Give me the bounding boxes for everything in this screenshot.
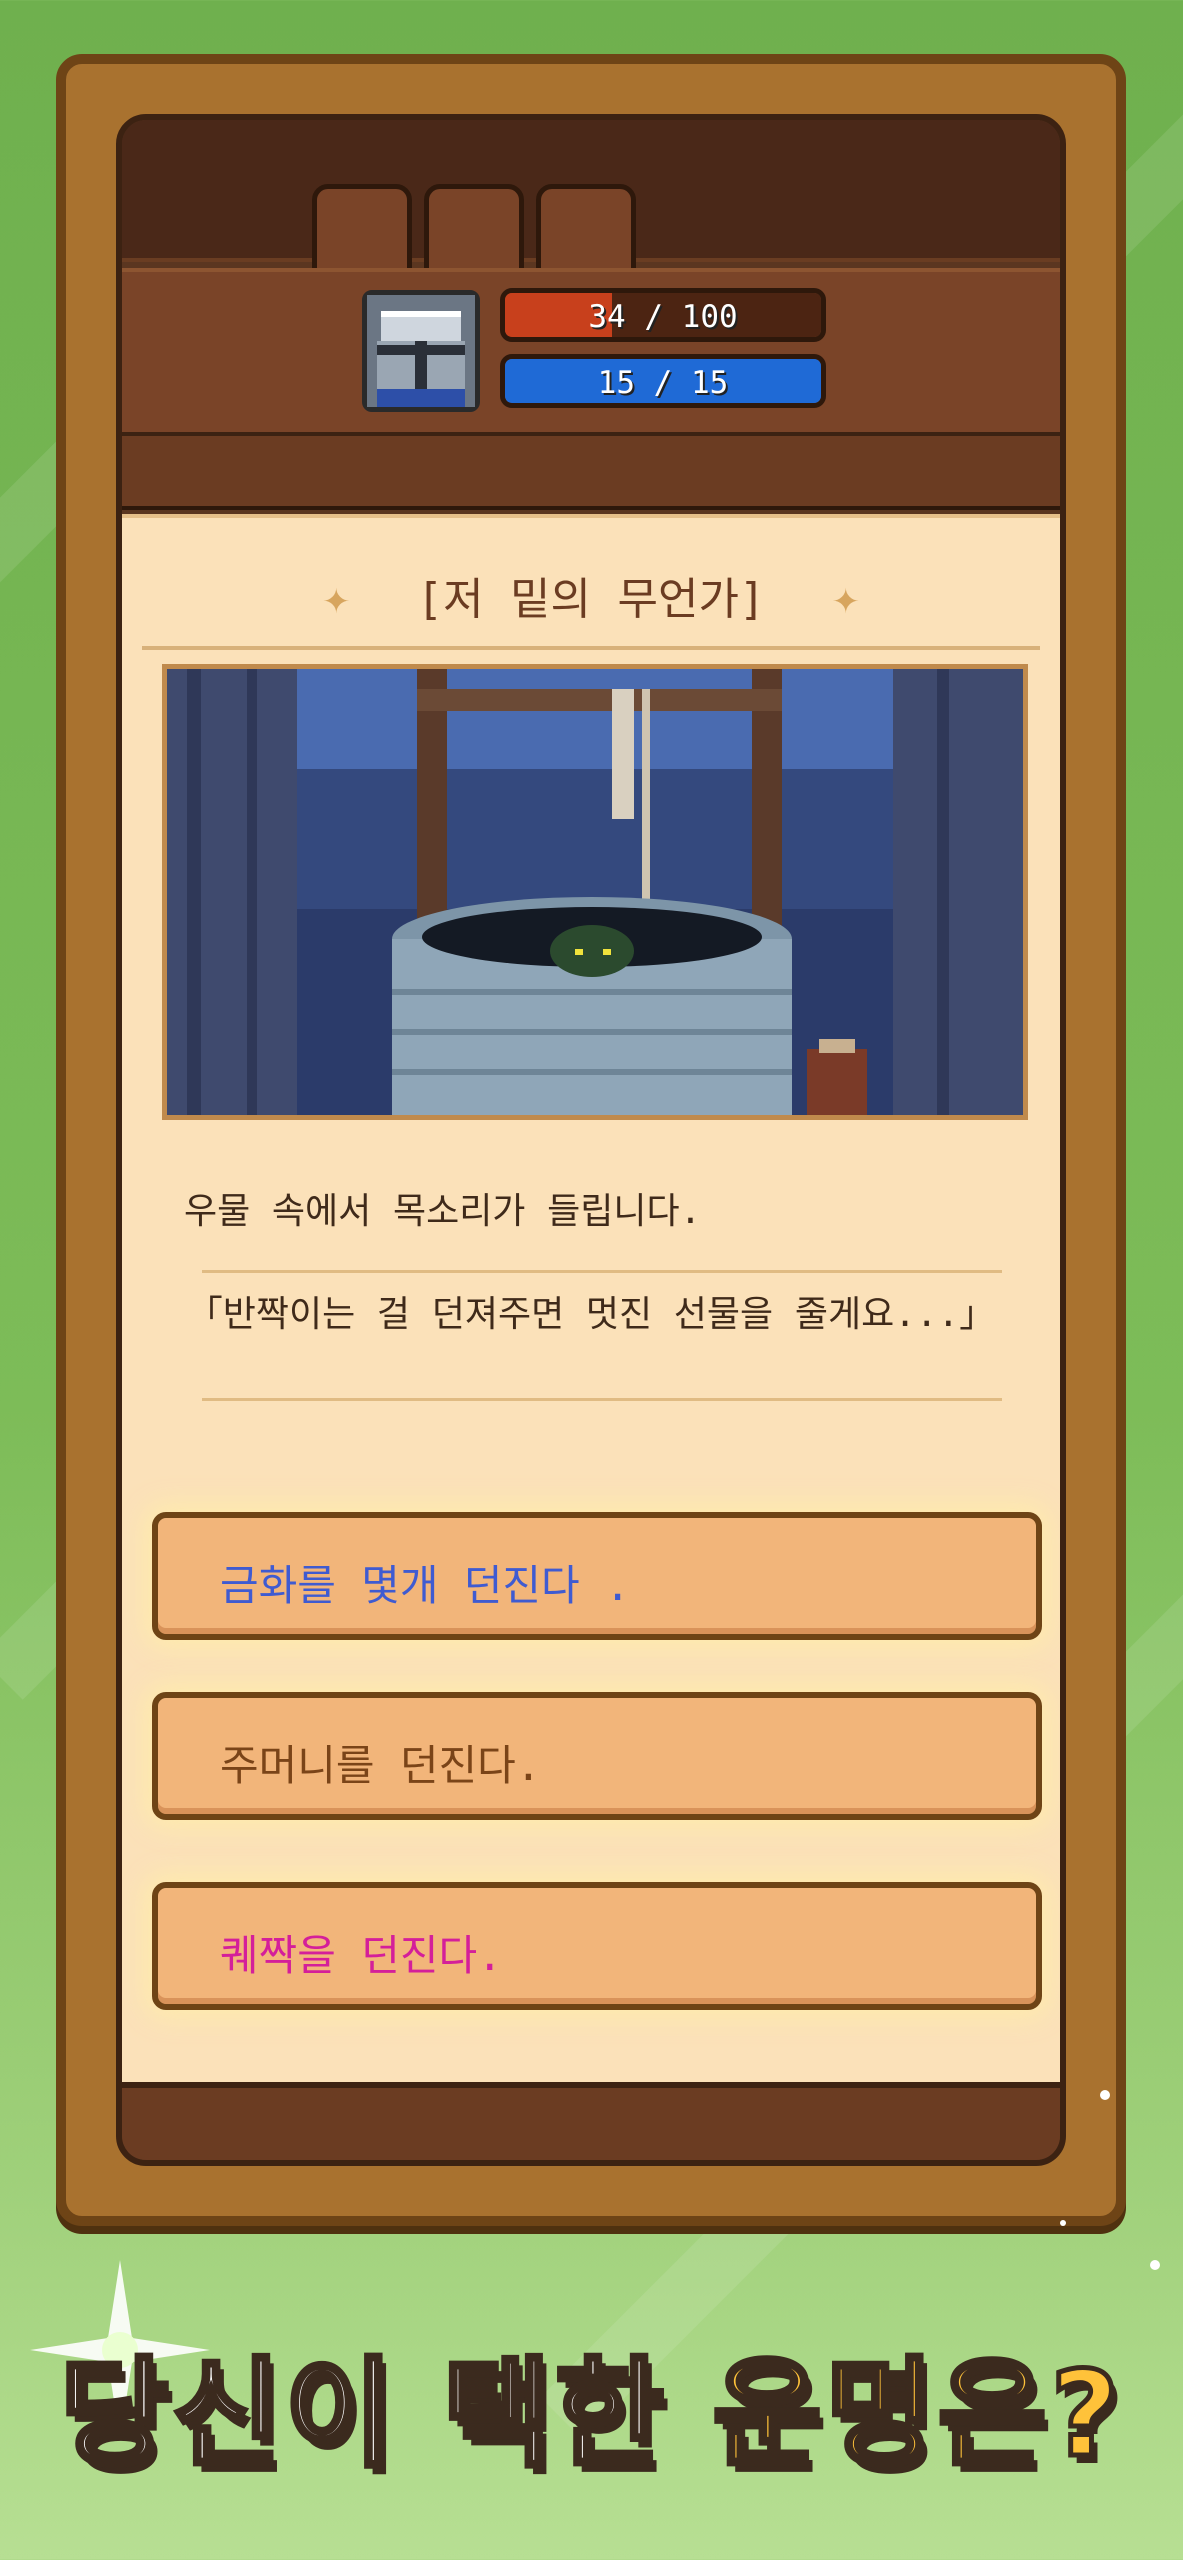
mp-text: 15 / 15 (597, 365, 729, 401)
headline-white: 당신이 택한 (57, 2343, 713, 2486)
well-voice-quote: 「반짝이는 걸 던져주면 멋진 선물을 줄게요...」 (186, 1294, 996, 1335)
event-title-row: ✦ [저 밑의 무언가] ✦ (142, 560, 1040, 650)
hp-bar: 34 / 100 (500, 288, 826, 342)
inventory-bar (122, 120, 1060, 284)
sparkle-dot (1100, 2090, 1110, 2100)
mp-bar: 15 / 15 (500, 354, 826, 408)
quote-divider (202, 1270, 1002, 1273)
well-at-night-illustration (162, 664, 1028, 1120)
knight-helmet-icon[interactable] (362, 290, 480, 412)
status-divider (122, 436, 1060, 510)
choice-throw-gold-coins-button[interactable]: 금화를 몇개 던진다 . (152, 1512, 1042, 1640)
choice-label: 주머니를 던진다. (220, 1741, 542, 1790)
sparkle-dot (1150, 2260, 1160, 2270)
promo-headline: 당신이 택한 운명은? (0, 2318, 1183, 2489)
choice-label: 퀘짝을 던진다. (220, 1931, 503, 1980)
quote-divider (202, 1398, 1002, 1401)
sparkle-icon: ✦ (322, 582, 351, 622)
choice-throw-pouch-button[interactable]: 주머니를 던진다. (152, 1692, 1042, 1820)
game-panel: 34 / 100 15 / 15 ✦ [저 밑의 무언가] ✦ 우물 속에서 목… (116, 114, 1066, 2166)
choice-throw-box-button[interactable]: 퀘짝을 던진다. (152, 1882, 1042, 2010)
headline-yellow: 운명은? (710, 2343, 1124, 2486)
game-window-frame: 34 / 100 15 / 15 ✦ [저 밑의 무언가] ✦ 우물 속에서 목… (56, 54, 1126, 2226)
narration-text: 우물 속에서 목소리가 들립니다. (184, 1191, 702, 1232)
sparkle-icon: ✦ (831, 582, 861, 622)
hp-text: 34 / 100 (588, 299, 738, 335)
panel-bottom-bar (122, 2082, 1060, 2160)
event-title: [저 밑의 무언가] (416, 574, 766, 625)
sparkle-dot (1060, 2220, 1066, 2226)
choice-label: 금화를 몇개 던진다 . (220, 1561, 631, 1610)
